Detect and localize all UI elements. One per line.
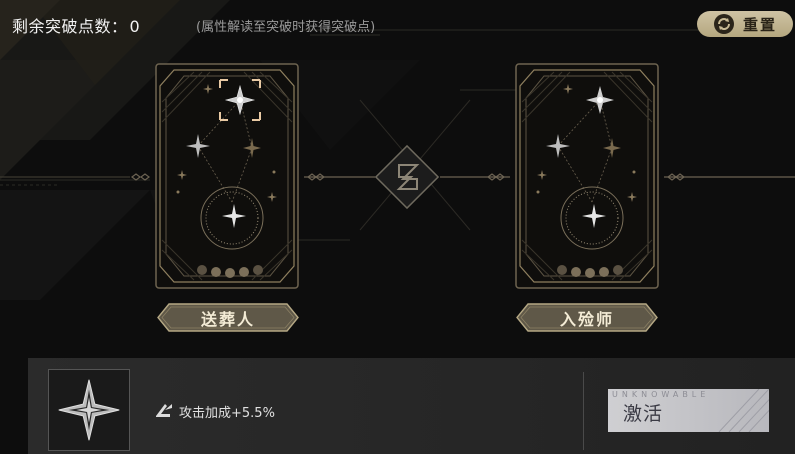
points-value: 0 — [129, 17, 140, 36]
refresh-icon — [713, 13, 735, 35]
panel-divider — [583, 372, 584, 450]
effect-row: 攻击加成+5.5% — [153, 400, 275, 422]
effect-text: 攻击加成+5.5% — [179, 405, 275, 421]
tarot-card-1[interactable] — [154, 62, 300, 290]
reset-label: 重置 — [742, 15, 777, 34]
card-name-2: 入殓师 — [559, 309, 614, 329]
card-name-plate-2[interactable]: 入殓师 — [516, 303, 658, 332]
activate-watermark: UNKNOWABLE — [612, 390, 710, 399]
stripes-decoration — [718, 389, 769, 432]
card-name-1: 送葬人 — [200, 309, 255, 329]
compass-star-icon — [48, 369, 130, 451]
attack-icon — [153, 400, 175, 422]
tarot-card-2[interactable] — [514, 62, 660, 290]
points-label: 剩余突破点数： — [12, 17, 128, 36]
breakthrough-points: 剩余突破点数： 0 — [12, 13, 140, 37]
points-hint: (属性解读至突破时获得突破点) — [196, 20, 376, 35]
reset-button[interactable]: 重置 — [697, 11, 793, 37]
card-name-plate-1[interactable]: 送葬人 — [157, 303, 299, 332]
activate-label: 激活 — [623, 403, 664, 425]
activate-button[interactable]: UNKNOWABLE 激活 — [608, 389, 769, 432]
